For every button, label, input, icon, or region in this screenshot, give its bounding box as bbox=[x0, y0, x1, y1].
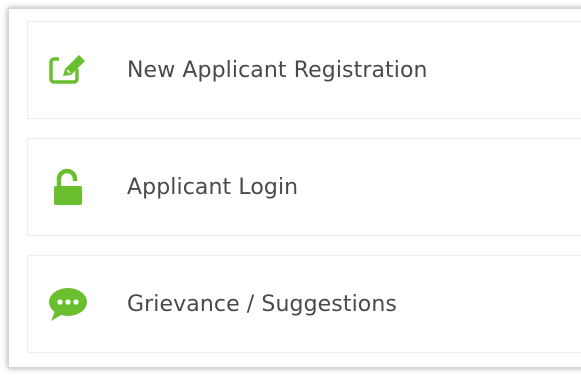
grievance-suggestions-label: Grievance / Suggestions bbox=[127, 291, 397, 317]
edit-icon bbox=[46, 48, 90, 92]
new-applicant-registration-button[interactable]: New Applicant Registration bbox=[27, 21, 581, 119]
chat-bubble-icon bbox=[46, 282, 90, 326]
new-applicant-registration-label: New Applicant Registration bbox=[127, 57, 428, 83]
unlock-icon bbox=[46, 165, 90, 209]
applicant-login-label: Applicant Login bbox=[127, 174, 299, 200]
grievance-suggestions-button[interactable]: Grievance / Suggestions bbox=[27, 255, 581, 353]
applicant-login-button[interactable]: Applicant Login bbox=[27, 138, 581, 236]
